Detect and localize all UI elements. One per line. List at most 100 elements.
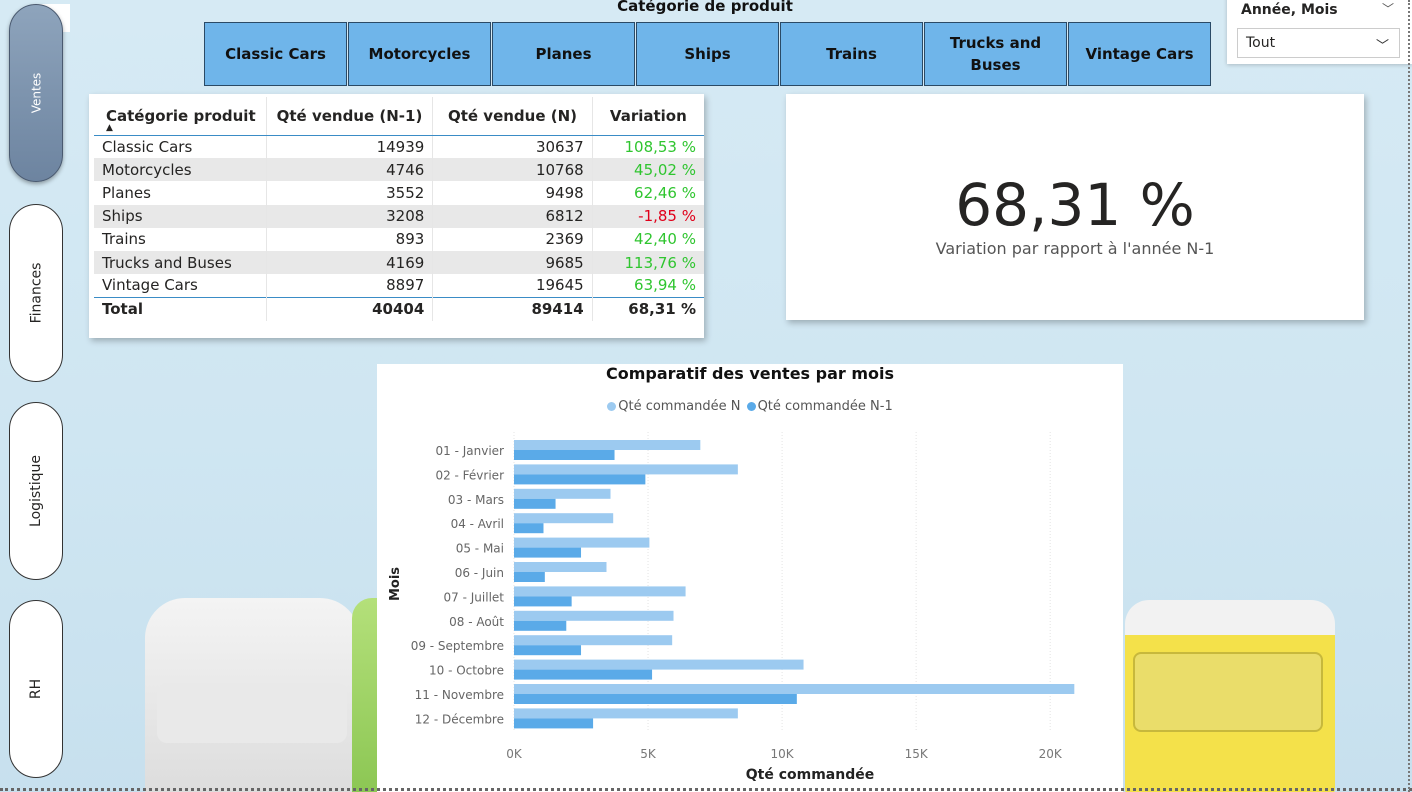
nav-label-finances: Finances [28,262,45,324]
table-row[interactable]: Ships 3208 6812 -1,85 % [94,204,704,228]
bar-qty-n1 [514,718,594,729]
category-button-motorcycles[interactable]: Motorcycles [348,22,491,86]
cell-category: Trains [102,230,146,249]
category-button-trucks-and-buses[interactable]: Trucks and Buses [924,22,1067,86]
bar-qty-n1 [514,596,572,607]
y-tick-label: 04 - Avril [451,517,504,531]
period-dropdown[interactable]: Tout ﹀ [1237,28,1400,58]
cell-qty-n1: 3208 [265,204,433,228]
table-row[interactable]: Trucks and Buses 4169 9685 113,76 % [94,250,704,275]
bar-qty-n1 [514,523,544,534]
background-toy-car-white [145,598,360,792]
page-bottom-border [0,788,1412,791]
bar-qty-n [514,684,1075,694]
category-button-ships[interactable]: Ships [636,22,779,86]
chevron-down-icon[interactable]: ﹀ [1382,0,1394,17]
y-tick-label: 02 - Février [435,468,504,482]
y-axis-title: Mois [388,567,403,601]
bar-qty-n1 [514,669,653,680]
category-button-planes[interactable]: Planes [492,22,635,86]
bar-qty-n1 [514,620,567,631]
y-tick-label: 10 - Octobre [429,664,504,678]
table-row[interactable]: Motorcycles 4746 10768 45,02 % [94,158,704,182]
sort-ascending-icon[interactable]: ▲ [106,123,113,133]
cell-category: Trucks and Buses [94,250,267,275]
cell-qty-n1: 4169 [265,250,433,275]
bar-qty-n [514,635,673,646]
nav-button-rh[interactable]: RH [9,600,63,778]
table-row[interactable]: Classic Cars 14939 30637 108,53 % [94,135,704,159]
cell-qty-n1: 4746 [265,158,433,182]
bar-qty-n [514,513,614,524]
total-cell: 89414 [432,296,593,321]
cell-qty-n: 6812 [432,204,593,228]
category-slicer: Classic Cars Motorcycles Planes Ships Tr… [204,22,1212,86]
total-cell: Total [94,296,267,321]
cell-category: Classic Cars [102,137,193,156]
bar-qty-n1 [514,572,545,582]
y-tick-label: 12 - Décembre [415,712,504,726]
column-header-qty-n1[interactable]: Qté vendue (N-1) [265,97,433,136]
nav-button-logistique[interactable]: Logistique [9,402,63,580]
table-row[interactable]: Vintage Cars 8897 19645 63,94 % [94,274,704,298]
cell-qty-n: 10768 [432,158,593,182]
column-header-qty-n[interactable]: Qté vendue (N) [432,97,593,136]
cell-qty-n: 9685 [432,250,593,275]
bar-qty-n [514,440,701,450]
x-tick-label: 15K [905,747,929,761]
y-tick-label: 08 - Août [449,615,504,629]
period-slicer: Année, Mois ﹀ Tout ﹀ [1227,0,1412,64]
cell-variation: 42,40 % [591,227,704,251]
bar-qty-n [514,464,738,475]
y-tick-label: 07 - Juillet [444,590,505,604]
y-tick-label: 03 - Mars [448,493,504,507]
background-toy-bus-yellow [1125,600,1335,792]
total-cell: 40404 [265,296,433,321]
cell-qty-n: 9498 [432,181,593,205]
nav-label-rh: RH [27,678,44,700]
cell-qty-n1: 3552 [265,181,433,205]
cell-variation: 62,46 % [591,181,704,205]
cell-qty-n1: 14939 [265,135,433,159]
table-total-row: Total 40404 89414 68,31 % [94,296,704,321]
cell-qty-n1: 893 [265,227,433,251]
bar-qty-n [514,708,738,719]
nav-label-ventes: Ventes [28,72,43,114]
bar-qty-n [514,537,650,548]
x-tick-label: 5K [640,747,657,761]
kpi-label: Variation par rapport à l'année N-1 [935,239,1215,258]
table-row[interactable]: Planes 3552 9498 62,46 % [94,181,704,205]
y-tick-label: 06 - Juin [455,566,504,580]
bar-qty-n1 [514,694,797,704]
column-header-category[interactable]: Catégorie produit ▲ [94,97,267,136]
period-dropdown-value: Tout [1246,35,1276,51]
bar-qty-n [514,586,686,597]
cell-qty-n: 2369 [432,227,593,251]
category-button-classic-cars[interactable]: Classic Cars [204,22,347,86]
y-tick-label: 05 - Mai [456,542,504,556]
bar-qty-n1 [514,474,646,485]
cell-variation: 113,76 % [591,250,704,275]
y-tick-label: 01 - Janvier [436,444,505,458]
bar-qty-n [514,562,607,572]
cell-qty-n1: 8897 [265,274,433,298]
category-button-vintage-cars[interactable]: Vintage Cars [1068,22,1211,86]
bar-qty-n1 [514,645,582,656]
page-right-border [1408,0,1410,792]
nav-button-ventes[interactable]: Ventes [9,4,63,182]
cell-variation: -1,85 % [591,204,704,228]
cell-qty-n: 30637 [432,135,593,159]
table-row[interactable]: Trains 893 2369 42,40 % [94,227,704,251]
y-tick-label: 09 - Septembre [411,639,504,653]
x-tick-label: 10K [771,747,795,761]
x-axis-title: Qté commandée [746,767,874,783]
category-slicer-title: Catégorie de produit [617,0,793,15]
cell-variation: 108,53 % [591,135,704,159]
period-slicer-title: Année, Mois [1241,2,1338,18]
bar-qty-n [514,610,674,621]
column-header-variation[interactable]: Variation [591,97,704,136]
monthly-sales-chart: Comparatif des ventes par mois Qté comma… [377,364,1123,792]
bar-qty-n1 [514,547,582,558]
category-button-trains[interactable]: Trains [780,22,923,86]
nav-button-finances[interactable]: Finances [9,204,63,382]
